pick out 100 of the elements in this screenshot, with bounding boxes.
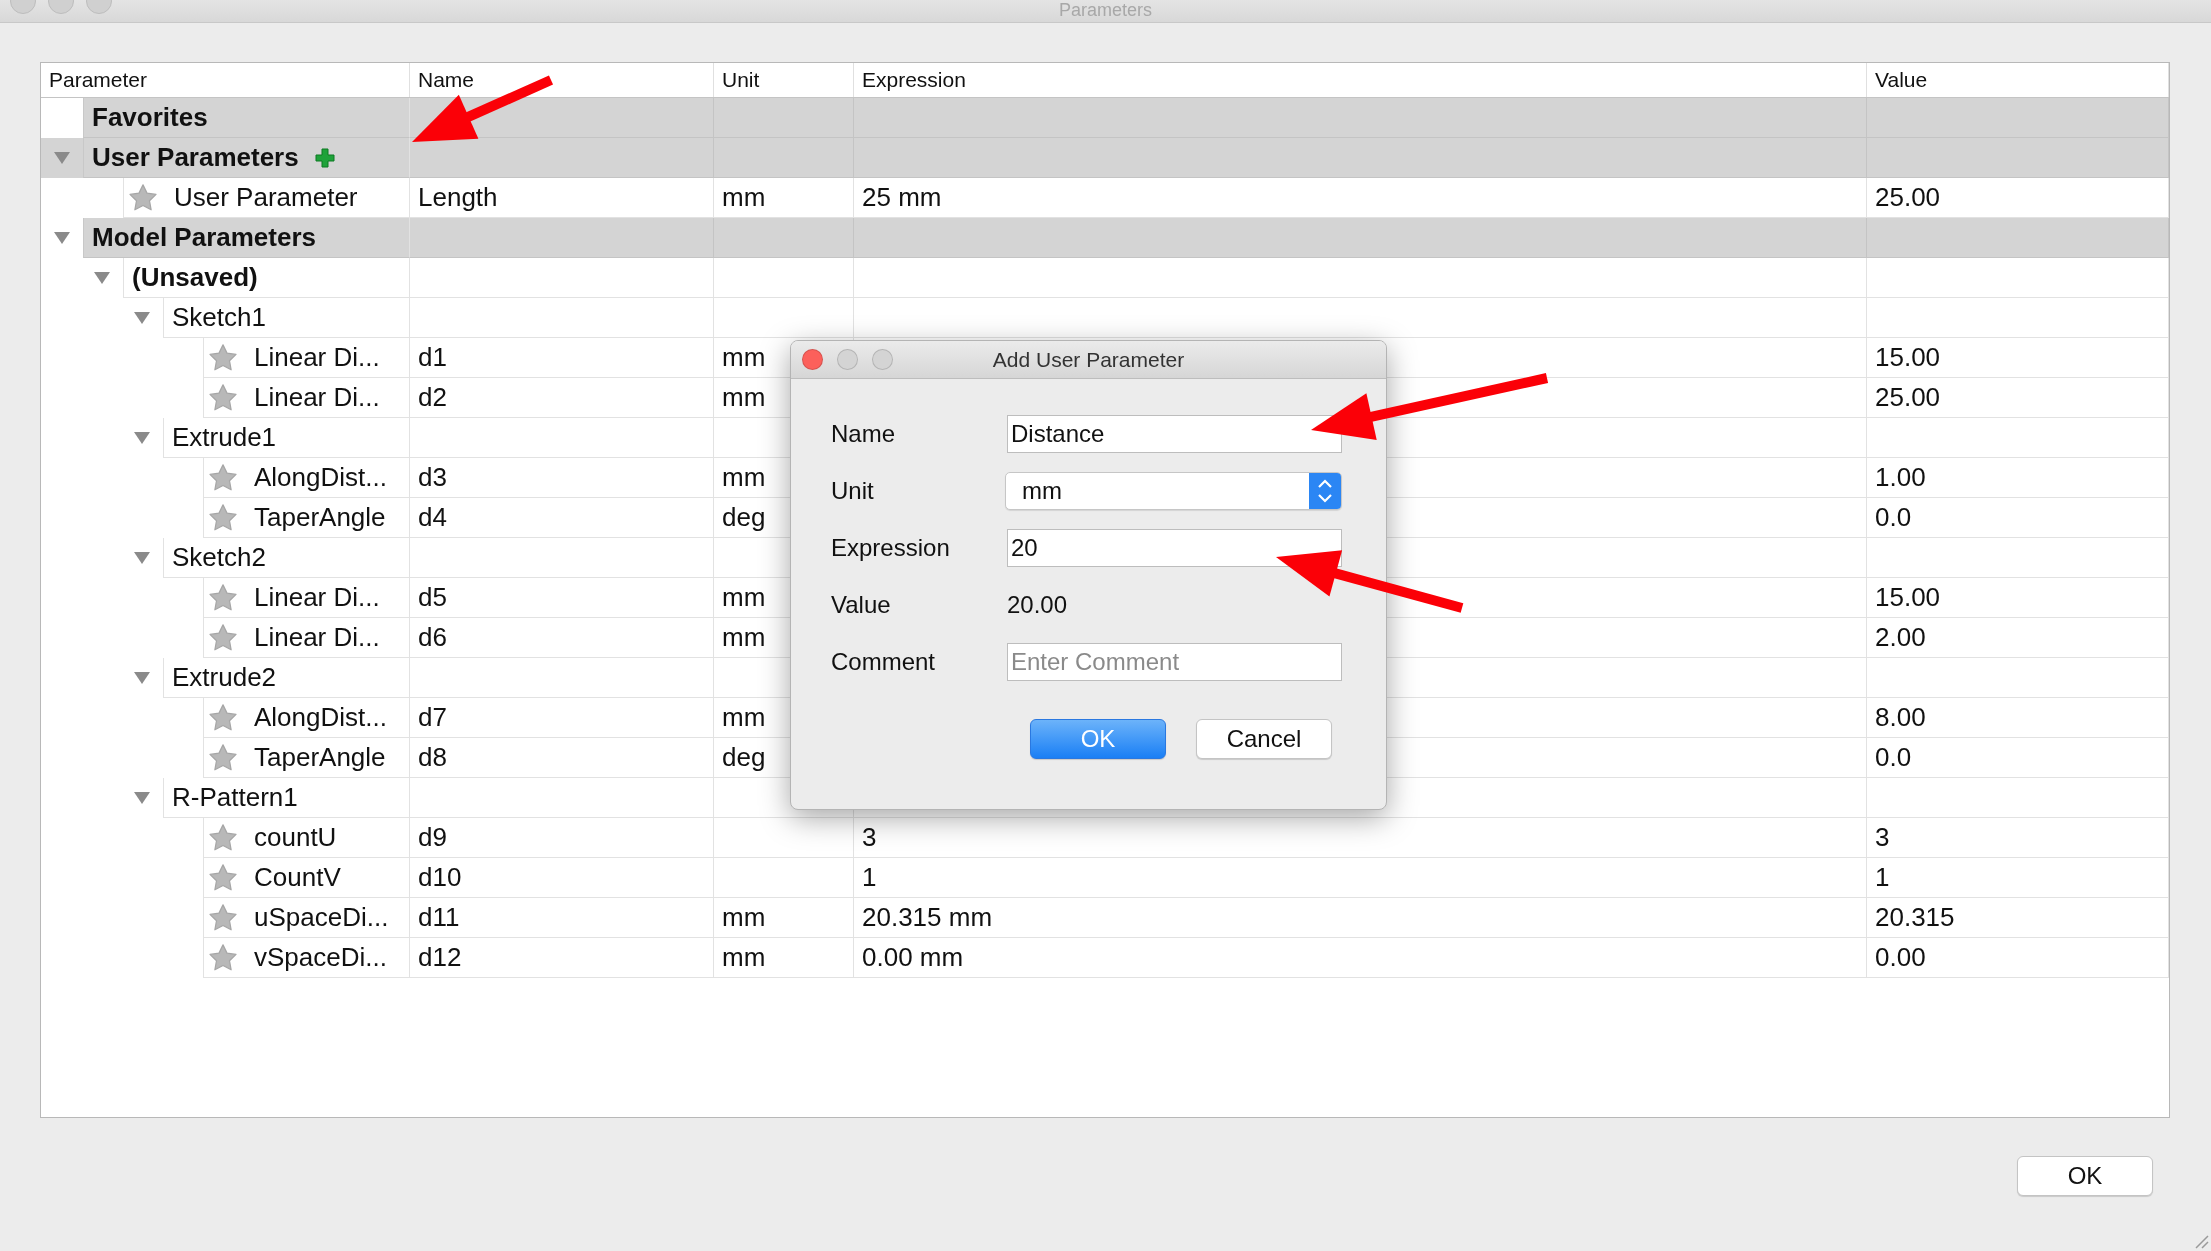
group-label: Favorites <box>92 102 208 133</box>
value-cell: 15.00 <box>1867 338 2169 378</box>
tree-cell[interactable]: CountV <box>203 858 410 898</box>
star-icon[interactable] <box>208 502 238 533</box>
star-icon[interactable] <box>208 902 238 933</box>
expand-triangle-icon[interactable] <box>133 431 151 445</box>
group-label: User Parameters <box>92 142 299 173</box>
tree-cell[interactable]: AlongDist... <box>203 698 410 738</box>
tree-cell[interactable]: Extrude1 <box>163 418 410 458</box>
tree-cell[interactable]: vSpaceDi... <box>203 938 410 978</box>
value-cell: 3 <box>1867 818 2169 858</box>
text-field[interactable]: Enter Comment <box>1007 643 1342 681</box>
star-icon[interactable] <box>208 382 238 413</box>
zoom-icon[interactable] <box>872 349 893 370</box>
column-header[interactable]: Unit <box>714 63 854 97</box>
tree-cell[interactable]: Favorites <box>83 98 410 138</box>
tree-cell[interactable]: User Parameters <box>83 138 410 178</box>
parameter-label: User Parameter <box>174 182 358 213</box>
column-header[interactable]: Expression <box>854 63 1867 97</box>
value-cell: 2.00 <box>1867 618 2169 658</box>
minimize-icon[interactable] <box>837 349 858 370</box>
expression-cell: 1 <box>854 858 1867 898</box>
value-cell: 0.0 <box>1867 498 2169 538</box>
unit-cell: mm <box>714 898 854 938</box>
feature-label: Sketch1 <box>172 302 266 333</box>
name-cell: d11 <box>410 898 714 938</box>
value-cell: 0.00 <box>1867 938 2169 978</box>
name-cell: d1 <box>410 338 714 378</box>
unit-dropdown[interactable]: mm <box>1005 472 1342 510</box>
text-field[interactable]: Distance <box>1007 415 1342 453</box>
dialog-button[interactable]: Cancel <box>1196 719 1332 759</box>
parameter-label: TaperAngle <box>254 502 386 533</box>
document-label: (Unsaved) <box>132 262 258 293</box>
dialog-title: Add User Parameter <box>992 347 1185 372</box>
column-header[interactable]: Parameter <box>41 63 410 97</box>
star-icon[interactable] <box>208 462 238 493</box>
star-icon[interactable] <box>128 182 158 213</box>
tree-cell[interactable]: Linear Di... <box>203 618 410 658</box>
expand-triangle-icon[interactable] <box>53 231 71 245</box>
tree-cell[interactable]: (Unsaved) <box>123 258 410 298</box>
parameter-label: CountV <box>254 862 341 893</box>
name-cell: d8 <box>410 738 714 778</box>
tree-cell[interactable]: Linear Di... <box>203 338 410 378</box>
tree-cell[interactable]: Model Parameters <box>83 218 410 258</box>
name-cell: d3 <box>410 458 714 498</box>
parameter-label: AlongDist... <box>254 462 387 493</box>
star-icon[interactable] <box>208 942 238 973</box>
tree-cell[interactable]: R-Pattern1 <box>163 778 410 818</box>
expand-triangle-icon[interactable] <box>133 551 151 565</box>
expand-triangle-icon[interactable] <box>133 791 151 805</box>
tree-cell[interactable]: User Parameter <box>123 178 410 218</box>
parameter-label: Linear Di... <box>254 382 380 413</box>
feature-label: R-Pattern1 <box>172 782 298 813</box>
expand-triangle-icon[interactable] <box>93 271 111 285</box>
tree-cell[interactable]: Sketch2 <box>163 538 410 578</box>
value-cell: 0.0 <box>1867 738 2169 778</box>
tree-cell[interactable]: AlongDist... <box>203 458 410 498</box>
value-readout: 20.00 <box>1007 590 1069 620</box>
expression-cell: 3 <box>854 818 1867 858</box>
stepper-icon[interactable] <box>1309 473 1341 509</box>
expand-triangle-icon[interactable] <box>133 671 151 685</box>
group-label: Model Parameters <box>92 222 316 253</box>
window-title: Parameters <box>1058 0 1152 20</box>
value-cell: 8.00 <box>1867 698 2169 738</box>
name-cell: d9 <box>410 818 714 858</box>
tree-cell[interactable]: Linear Di... <box>203 378 410 418</box>
close-icon[interactable] <box>802 349 823 370</box>
name-cell: Length <box>410 178 714 218</box>
parameter-label: Linear Di... <box>254 342 380 373</box>
tree-cell[interactable]: Sketch1 <box>163 298 410 338</box>
tree-cell[interactable]: uSpaceDi... <box>203 898 410 938</box>
parameter-label: uSpaceDi... <box>254 902 389 933</box>
tree-cell[interactable]: countU <box>203 818 410 858</box>
star-icon[interactable] <box>208 342 238 373</box>
star-icon[interactable] <box>208 622 238 653</box>
add-icon[interactable] <box>314 147 335 168</box>
parameter-label: Linear Di... <box>254 582 380 613</box>
column-header[interactable]: Value <box>1867 63 2169 97</box>
expand-triangle-icon[interactable] <box>53 151 71 165</box>
ok-button[interactable]: OK <box>2017 1156 2153 1196</box>
tree-cell[interactable]: TaperAngle <box>203 498 410 538</box>
tree-cell[interactable]: TaperAngle <box>203 738 410 778</box>
star-icon[interactable] <box>208 702 238 733</box>
value-cell: 25.00 <box>1867 378 2169 418</box>
tree-cell[interactable]: Linear Di... <box>203 578 410 618</box>
star-icon[interactable] <box>208 742 238 773</box>
value-cell: 20.315 <box>1867 898 2169 938</box>
star-icon[interactable] <box>208 822 238 853</box>
star-icon[interactable] <box>208 582 238 613</box>
feature-label: Extrude2 <box>172 662 277 693</box>
star-icon[interactable] <box>208 862 238 893</box>
value-cell: 15.00 <box>1867 578 2169 618</box>
tree-cell[interactable]: Extrude2 <box>163 658 410 698</box>
feature-label: Sketch2 <box>172 542 266 573</box>
expand-triangle-icon[interactable] <box>133 311 151 325</box>
parameter-label: TaperAngle <box>254 742 386 773</box>
name-cell: d2 <box>410 378 714 418</box>
value-cell: 25.00 <box>1867 178 2169 218</box>
text-field[interactable]: 20 <box>1007 529 1342 567</box>
expression-cell: 20.315 mm <box>854 898 1867 938</box>
